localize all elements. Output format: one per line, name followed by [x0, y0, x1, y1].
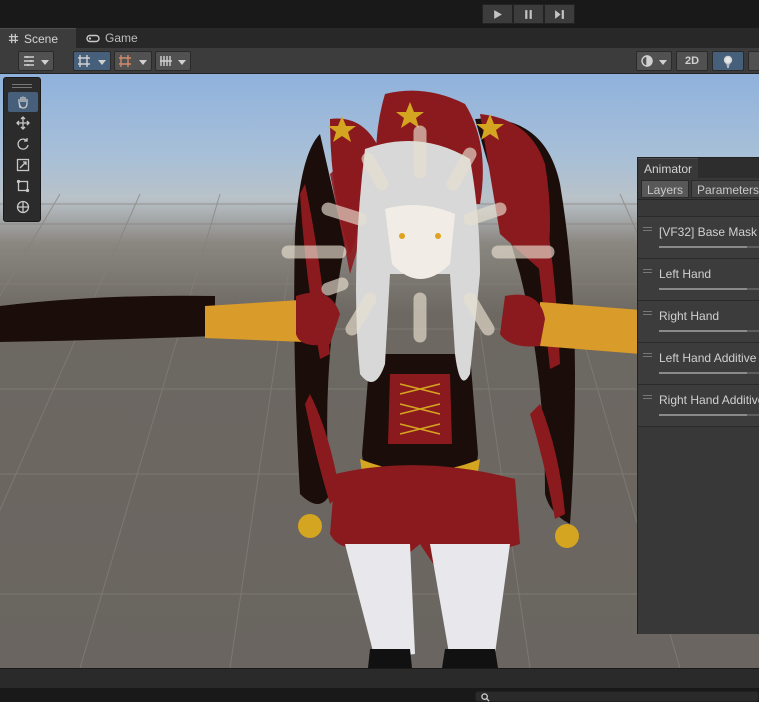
rotate-icon	[17, 138, 29, 150]
mode-2d-label: 2D	[684, 55, 700, 67]
drag-handle-icon[interactable]	[643, 311, 652, 315]
layer-weight-slider[interactable]	[659, 288, 759, 290]
layer-name: Left Hand	[659, 267, 712, 281]
play-icon	[494, 9, 502, 19]
scale-tool[interactable]	[8, 155, 38, 175]
scale-icon	[16, 158, 30, 172]
draw-mode-dropdown[interactable]	[18, 51, 54, 71]
tab-scene[interactable]: Scene	[0, 28, 76, 48]
panel-divider-bar	[0, 668, 759, 688]
tool-palette	[3, 77, 41, 222]
shading-mode-icon	[641, 55, 653, 67]
grid-snap-dropdown[interactable]	[155, 51, 191, 71]
rotate-tool[interactable]	[8, 134, 38, 154]
layer-weight-slider[interactable]	[659, 330, 759, 332]
move-icon	[16, 116, 30, 130]
pause-button[interactable]	[513, 4, 544, 24]
layer-row[interactable]: Left Hand Additive	[638, 343, 759, 385]
snap-icon	[119, 55, 131, 67]
hand-tool[interactable]	[8, 92, 38, 112]
gamepad-icon	[86, 34, 100, 42]
animator-tabs: Layers Parameters	[638, 178, 759, 200]
drag-handle-icon[interactable]	[643, 353, 652, 357]
layer-weight-slider[interactable]	[659, 372, 759, 374]
play-button[interactable]	[482, 4, 513, 24]
shading-mode-dropdown[interactable]	[636, 51, 672, 71]
hand-icon	[18, 96, 28, 109]
gizmo-toggle-icon	[78, 55, 90, 67]
drag-handle-icon[interactable]	[643, 395, 652, 399]
layer-name: Right Hand	[659, 309, 720, 323]
tab-game-label: Game	[105, 31, 138, 45]
drag-handle-icon[interactable]	[643, 269, 652, 273]
rect-icon	[16, 179, 30, 193]
pause-icon	[525, 9, 532, 19]
layer-weight-slider[interactable]	[659, 414, 759, 416]
grid-icon	[8, 33, 19, 44]
editor-tab-bar: Scene Game	[0, 28, 759, 48]
step-button[interactable]	[544, 4, 575, 24]
layer-row[interactable]: Right Hand Additive	[638, 385, 759, 427]
layer-name: [VF32] Base Mask	[659, 225, 758, 239]
palette-drag-handle[interactable]	[8, 81, 36, 91]
animator-title-bar: Animator	[638, 158, 759, 178]
audio-button[interactable]	[748, 51, 759, 71]
animator-panel: Animator Layers Parameters [VF32] Base M…	[637, 157, 759, 634]
lighting-icon	[723, 55, 733, 68]
tab-scene-label: Scene	[24, 31, 59, 46]
mode-2d-button[interactable]: 2D	[676, 51, 708, 71]
tab-game[interactable]: Game	[78, 28, 148, 48]
drag-handle-icon[interactable]	[643, 227, 652, 231]
layer-name: Right Hand Additive	[659, 393, 759, 407]
animator-title[interactable]: Animator	[638, 158, 699, 178]
layer-name: Left Hand Additive	[659, 351, 757, 365]
search-input[interactable]	[475, 691, 759, 702]
lighting-button[interactable]	[712, 51, 744, 71]
gizmo-toggle-dropdown[interactable]	[73, 51, 111, 71]
play-controls	[482, 4, 576, 24]
layer-row[interactable]: [VF32] Base Mask	[638, 217, 759, 259]
search-icon	[481, 693, 490, 702]
transform-tool[interactable]	[8, 197, 38, 217]
layer-row[interactable]: Right Hand	[638, 301, 759, 343]
step-icon	[555, 9, 564, 19]
top-bar	[0, 0, 759, 28]
tab-parameters[interactable]: Parameters	[691, 179, 759, 198]
draw-mode-icon	[24, 56, 34, 66]
layer-list: [VF32] Base Mask Left Hand Right Hand Le…	[638, 216, 759, 427]
layer-weight-slider[interactable]	[659, 246, 759, 248]
snap-dropdown[interactable]	[114, 51, 152, 71]
transform-icon	[16, 200, 30, 214]
grid-snap-icon	[160, 56, 172, 66]
move-tool[interactable]	[8, 113, 38, 133]
tab-layers[interactable]: Layers	[641, 179, 690, 198]
rect-tool[interactable]	[8, 176, 38, 196]
scene-toolbar: 2D	[0, 48, 759, 74]
layer-row[interactable]: Left Hand	[638, 259, 759, 301]
